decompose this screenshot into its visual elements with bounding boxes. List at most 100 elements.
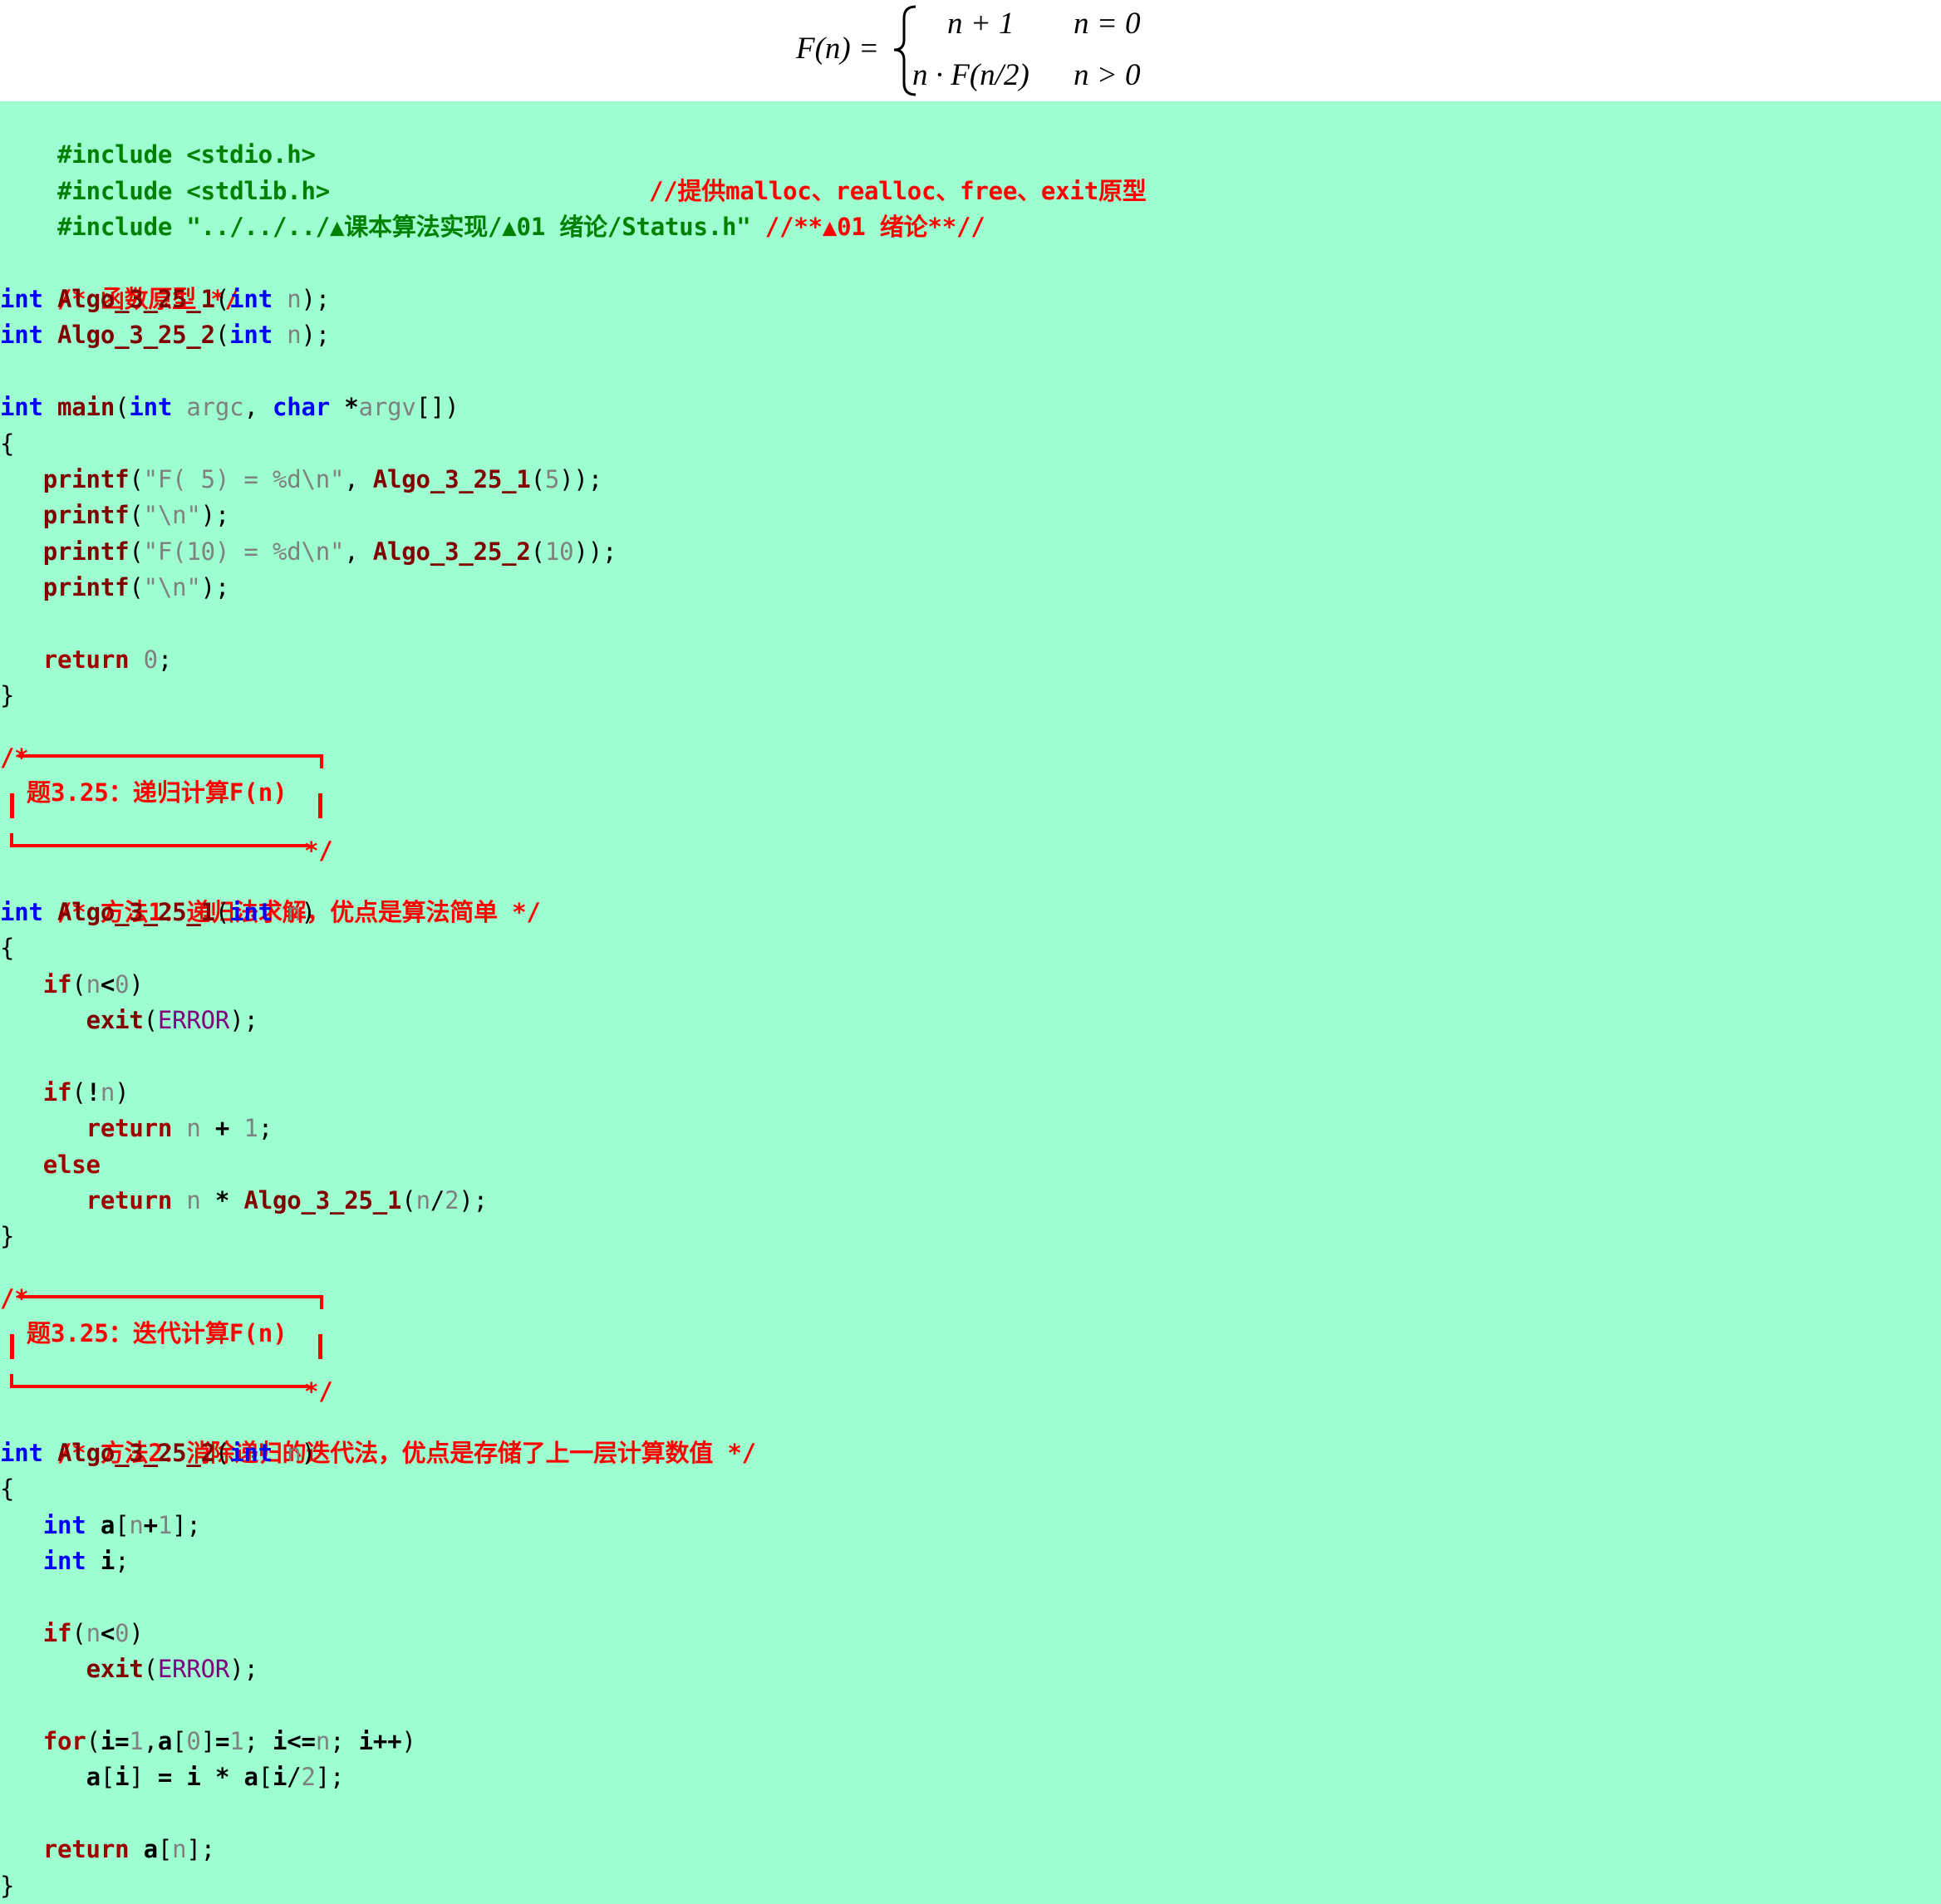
code-line-return: return 0;	[42, 645, 173, 674]
code-line-algo2-sig: int Algo_3_25_2(int n)	[0, 1438, 316, 1467]
variable: a	[157, 1727, 173, 1755]
variable: i	[186, 1763, 201, 1792]
code-line-brace-open: {	[0, 1475, 15, 1504]
code-line-brace-open: {	[0, 429, 15, 458]
code-line-method2-comment: /* 方法2：消除递归的迭代法，优点是存储了上一层计算数值 */	[0, 1399, 756, 1467]
piecewise-formula: F(n) = n + 1 n = 0 n · F(n/2) n > 0	[795, 5, 1141, 96]
control-keyword: for	[42, 1727, 86, 1755]
code-line-exit: exit(ERROR);	[86, 1006, 258, 1034]
keyword: int	[0, 897, 43, 926]
code-editor[interactable]: #include <stdio.h> #include <stdlib.h>//…	[0, 101, 1941, 1904]
keyword: int	[229, 897, 273, 926]
code-line-brace-close: }	[0, 681, 15, 710]
keyword: int	[0, 285, 43, 313]
code-line-exit: exit(ERROR);	[86, 1655, 258, 1684]
parameter: n	[287, 1438, 302, 1467]
keyword: int	[229, 1438, 273, 1467]
code-line-method1-comment: /* 方法1：递归法求解，优点是算法简单 */	[0, 858, 541, 926]
line-comment: //**▲01 绪论**//	[764, 213, 985, 242]
variable: a	[86, 1763, 101, 1792]
function-call: printf	[42, 501, 130, 530]
code-line-include-status: #include "../../../▲课本算法实现/▲01 绪论/Status…	[0, 174, 985, 241]
code-line-include-stdlib: #include <stdlib.h>//提供malloc、realloc、fr…	[0, 137, 1147, 205]
variable: a	[143, 1835, 158, 1864]
keyword: int	[229, 321, 273, 350]
code-line-printf1: printf("F( 5) = %d\n", Algo_3_25_1(5));	[42, 465, 602, 493]
banner-open: /*	[0, 743, 29, 773]
function-call: Algo_3_25_2	[372, 537, 531, 566]
code-line-if-zero: if(!n)	[42, 1077, 130, 1107]
control-keyword: if	[42, 1618, 72, 1647]
variable: i	[273, 1763, 287, 1792]
function-name: Algo_3_25_2	[57, 321, 215, 350]
macro: ERROR	[157, 1655, 230, 1684]
number-literal: 1	[243, 1114, 258, 1143]
number-literal: 1	[157, 1510, 173, 1539]
parameter: n	[315, 1727, 331, 1755]
keyword: int	[0, 1438, 43, 1467]
number-literal: 2	[445, 1186, 459, 1215]
function-name: Algo_3_25_2	[57, 1438, 215, 1467]
keyword: int	[42, 1547, 86, 1575]
function-name: Algo_3_25_1	[57, 285, 215, 313]
control-keyword: else	[42, 1150, 101, 1179]
section-banner-iterative: /* 题3.25：迭代计算F(n) */	[0, 1284, 341, 1406]
code-line-if-negative: if(n<0)	[42, 1618, 144, 1647]
parameter: n	[129, 1510, 144, 1539]
number-literal: 0	[115, 1618, 130, 1647]
parameter: argc	[186, 393, 244, 422]
code-line-assign: a[i] = i * a[i/2];	[86, 1763, 345, 1792]
function-call: printf	[42, 537, 130, 566]
code-line-return: return a[n];	[42, 1835, 215, 1864]
code-line-decl-array: int a[n+1];	[42, 1510, 201, 1539]
formula-lhs: F(n) =	[795, 32, 879, 66]
control-keyword: return	[42, 645, 130, 674]
macro: ERROR	[157, 1006, 230, 1034]
code-line-return-recursive: return n * Algo_3_25_1(n/2);	[86, 1186, 489, 1215]
code-line-brace-close: }	[0, 1222, 15, 1251]
keyword: char	[272, 393, 331, 422]
variable: i	[358, 1727, 373, 1755]
string-literal: "F( 5) = %d\n"	[143, 465, 345, 493]
code-line-brace-open: {	[0, 934, 15, 963]
function-call: Algo_3_25_1	[243, 1186, 402, 1215]
formula-case2-expr: n · F(n/2)	[912, 58, 1029, 92]
control-keyword: return	[86, 1114, 173, 1143]
parameter: n	[186, 1114, 201, 1143]
formula-case2-cond: n > 0	[1074, 58, 1141, 92]
formula-header: F(n) = n + 1 n = 0 n · F(n/2) n > 0	[0, 0, 1941, 101]
parameter: n	[172, 1835, 187, 1864]
parameter: n	[100, 1077, 115, 1107]
variable: i	[115, 1763, 130, 1792]
code-line-printf2: printf("\n");	[42, 501, 230, 530]
code-line-printf4: printf("\n");	[42, 573, 230, 602]
variable: a	[100, 1510, 115, 1539]
code-line-main-sig: int main(int argc, char *argv[])	[0, 393, 459, 422]
code-line-proto1: int Algo_3_25_1(int n);	[0, 285, 331, 313]
code-line-if-negative: if(n<0)	[42, 969, 144, 999]
function-call: Algo_3_25_1	[372, 465, 531, 493]
code-line-for: for(i=1,a[0]=1; i<=n; i++)	[42, 1727, 416, 1755]
function-call: printf	[42, 573, 130, 602]
code-line-decl-index: int i;	[42, 1547, 130, 1575]
keyword: int	[0, 321, 43, 350]
formula-case1-cond: n = 0	[1074, 7, 1141, 41]
number-literal: 0	[143, 645, 158, 674]
keyword: int	[229, 285, 273, 313]
variable: i	[100, 1547, 115, 1575]
parameter: n	[86, 969, 101, 999]
code-line-proto2: int Algo_3_25_2(int n);	[0, 321, 331, 350]
control-keyword: if	[42, 969, 72, 999]
string-literal: "F(10) = %d\n"	[143, 537, 345, 566]
banner-title: 题3.25：迭代计算F(n)	[27, 1319, 287, 1348]
parameter: n	[86, 1618, 101, 1647]
number-literal: 0	[186, 1727, 201, 1755]
number-literal: 1	[229, 1727, 244, 1755]
banner-open: /*	[0, 1284, 29, 1313]
number-literal: 2	[301, 1763, 316, 1792]
code-line-return-base: return n + 1;	[86, 1114, 273, 1143]
control-keyword: return	[86, 1186, 173, 1215]
number-literal: 1	[129, 1727, 144, 1755]
keyword: int	[0, 393, 43, 422]
parameter: n	[287, 897, 302, 926]
